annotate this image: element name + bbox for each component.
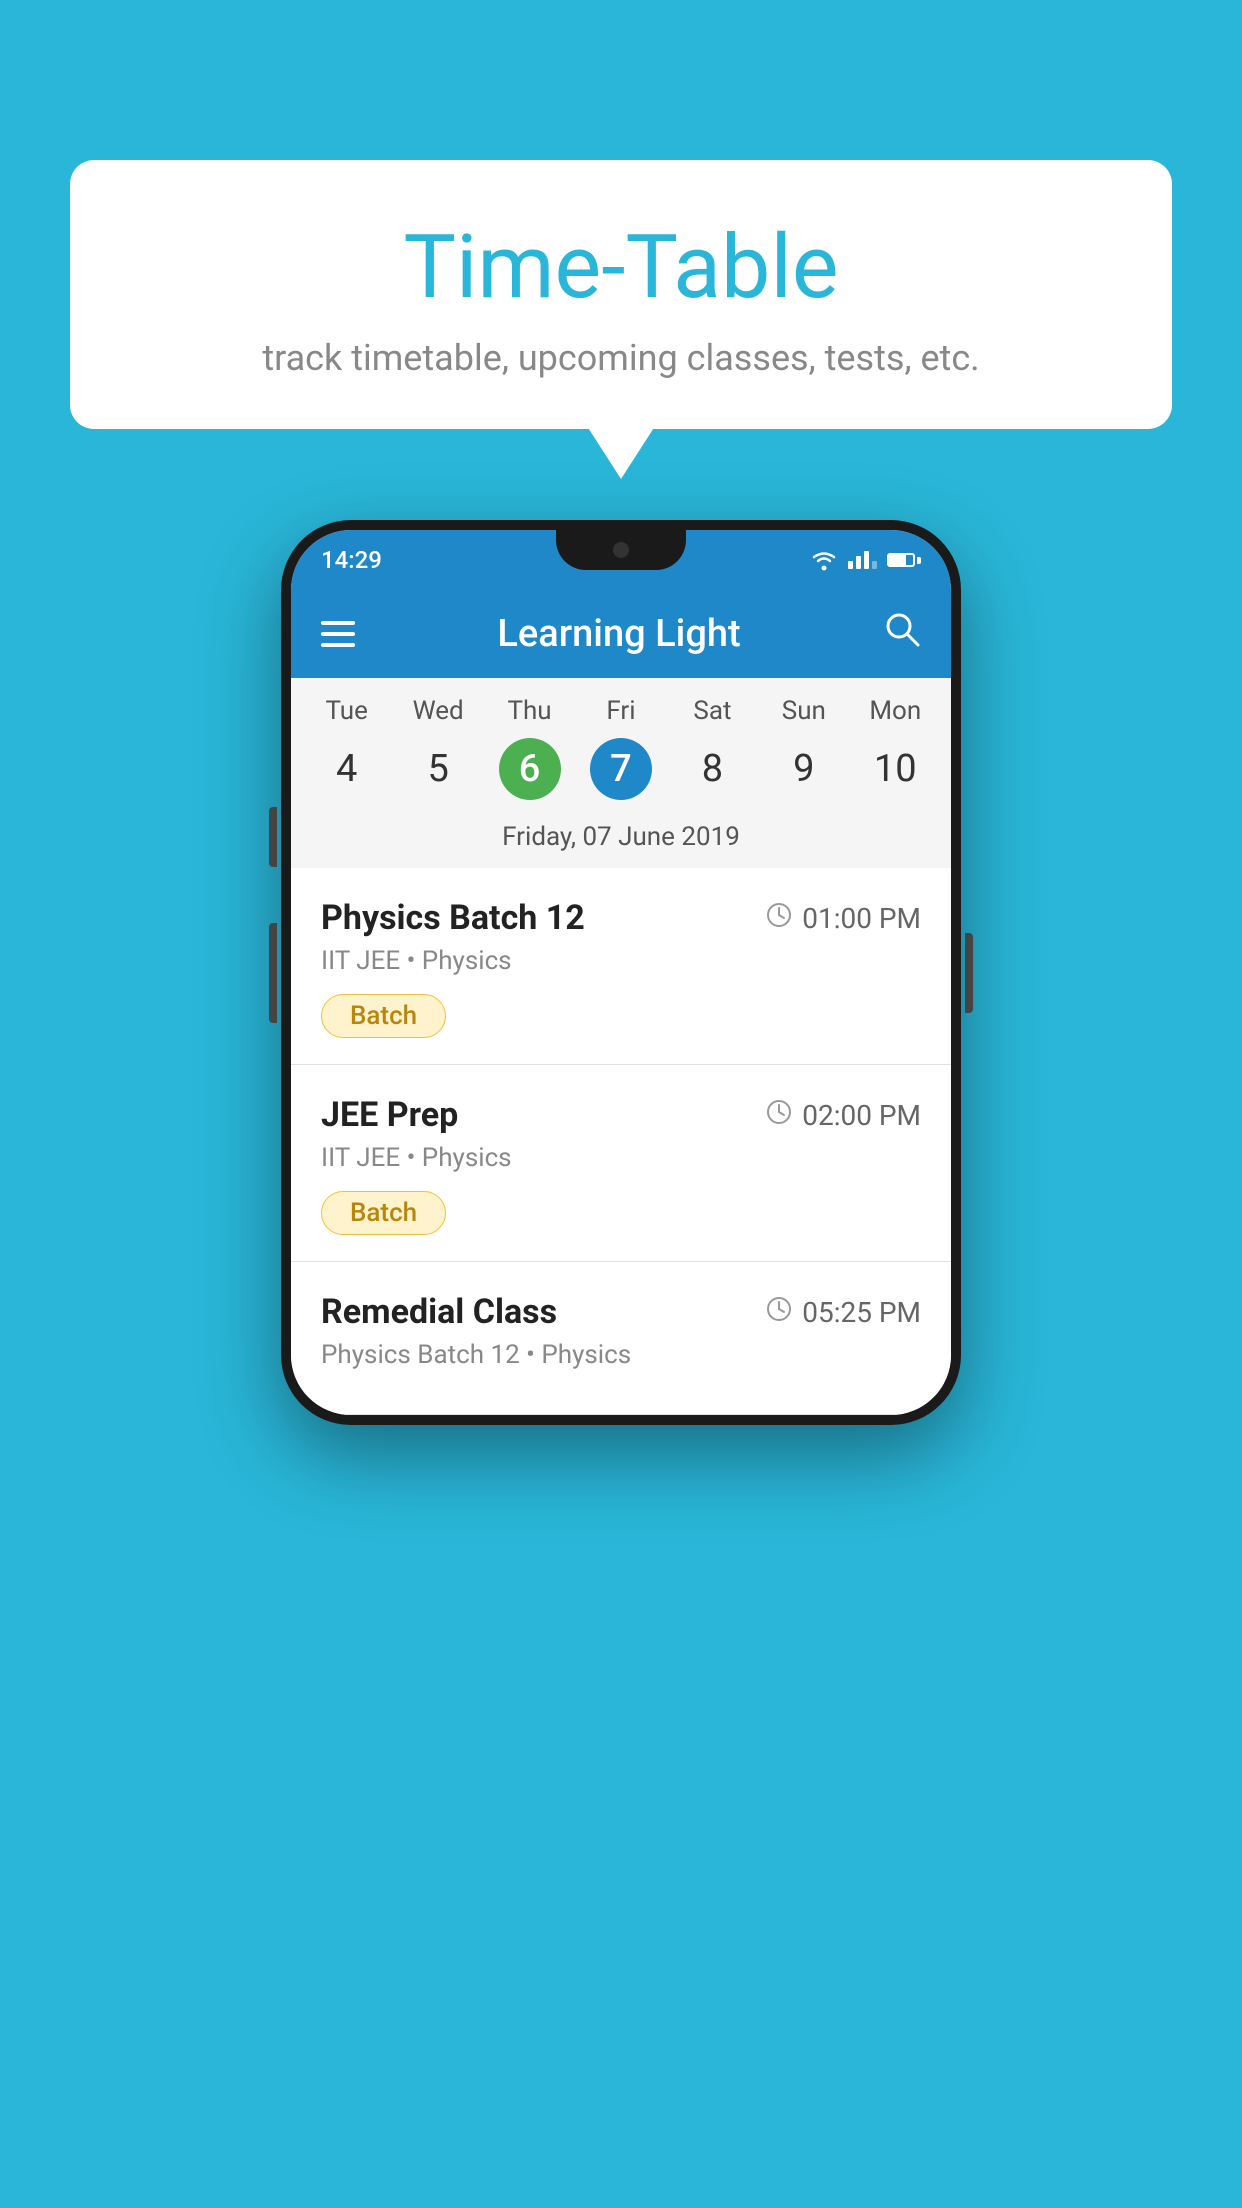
status-bar: 14:29 bbox=[291, 530, 951, 590]
days-header: TueWedThuFriSatSunMon bbox=[291, 678, 951, 732]
schedule-item-title-1: JEE Prep bbox=[321, 1095, 458, 1135]
clock-icon-0 bbox=[766, 902, 792, 935]
day-label-thu: Thu bbox=[484, 696, 575, 726]
calendar-section: TueWedThuFriSatSunMon 45678910 Friday, 0… bbox=[291, 678, 951, 868]
power-button bbox=[965, 933, 973, 1013]
day-number-5[interactable]: 5 bbox=[392, 739, 483, 799]
battery-icon bbox=[887, 553, 921, 567]
day-number-7[interactable]: 7 bbox=[590, 738, 652, 800]
bubble-title: Time-Table bbox=[110, 220, 1132, 317]
schedule-item-time-0: 01:00 PM bbox=[766, 902, 921, 935]
phone-mockup: 14:29 bbox=[281, 520, 961, 1425]
schedule-item-title-0: Physics Batch 12 bbox=[321, 898, 585, 938]
app-bar: Learning Light bbox=[291, 590, 951, 678]
schedule-item-subtitle-1: IIT JEE • Physics bbox=[321, 1143, 921, 1173]
day-number-6[interactable]: 6 bbox=[499, 738, 561, 800]
schedule-list: Physics Batch 12 01:00 PM IIT JEE • Phys… bbox=[291, 868, 951, 1415]
day-label-mon: Mon bbox=[850, 696, 941, 726]
clock-icon-1 bbox=[766, 1099, 792, 1132]
speech-bubble: Time-Table track timetable, upcoming cla… bbox=[70, 160, 1172, 429]
schedule-item-header-2: Remedial Class 05:25 PM bbox=[321, 1292, 921, 1332]
schedule-item-header-0: Physics Batch 12 01:00 PM bbox=[321, 898, 921, 938]
volume-button-up bbox=[269, 807, 277, 867]
schedule-item-title-2: Remedial Class bbox=[321, 1292, 557, 1332]
notch bbox=[556, 530, 686, 570]
schedule-item-2[interactable]: Remedial Class 05:25 PM Physics Batch 12… bbox=[291, 1262, 951, 1415]
schedule-item-1[interactable]: JEE Prep 02:00 PM IIT JEE • Physics Batc… bbox=[291, 1065, 951, 1262]
day-label-sat: Sat bbox=[667, 696, 758, 726]
day-number-8[interactable]: 8 bbox=[667, 739, 758, 799]
phone-screen: 14:29 bbox=[291, 530, 951, 1415]
days-numbers[interactable]: 45678910 bbox=[291, 732, 951, 814]
day-label-fri: Fri bbox=[575, 696, 666, 726]
app-title: Learning Light bbox=[385, 612, 853, 656]
day-label-wed: Wed bbox=[392, 696, 483, 726]
status-icons bbox=[810, 549, 921, 571]
schedule-item-subtitle-0: IIT JEE • Physics bbox=[321, 946, 921, 976]
clock-icon-2 bbox=[766, 1296, 792, 1329]
schedule-item-header-1: JEE Prep 02:00 PM bbox=[321, 1095, 921, 1135]
batch-badge-1: Batch bbox=[321, 1191, 446, 1235]
schedule-item-0[interactable]: Physics Batch 12 01:00 PM IIT JEE • Phys… bbox=[291, 868, 951, 1065]
volume-button-down bbox=[269, 923, 277, 1023]
camera bbox=[613, 542, 629, 558]
selected-date: Friday, 07 June 2019 bbox=[291, 814, 951, 868]
batch-badge-0: Batch bbox=[321, 994, 446, 1038]
menu-icon[interactable] bbox=[321, 621, 355, 647]
status-time: 14:29 bbox=[321, 546, 382, 574]
schedule-item-time-2: 05:25 PM bbox=[766, 1296, 921, 1329]
day-label-sun: Sun bbox=[758, 696, 849, 726]
day-number-9[interactable]: 9 bbox=[758, 739, 849, 799]
search-icon[interactable] bbox=[883, 610, 921, 658]
signal-icon bbox=[848, 551, 877, 569]
wifi-icon bbox=[810, 549, 838, 571]
phone-outer: 14:29 bbox=[281, 520, 961, 1425]
day-number-4[interactable]: 4 bbox=[301, 739, 392, 799]
schedule-item-subtitle-2: Physics Batch 12 • Physics bbox=[321, 1340, 921, 1370]
day-number-10[interactable]: 10 bbox=[850, 739, 941, 799]
day-label-tue: Tue bbox=[301, 696, 392, 726]
schedule-item-time-1: 02:00 PM bbox=[766, 1099, 921, 1132]
bubble-subtitle: track timetable, upcoming classes, tests… bbox=[110, 337, 1132, 379]
